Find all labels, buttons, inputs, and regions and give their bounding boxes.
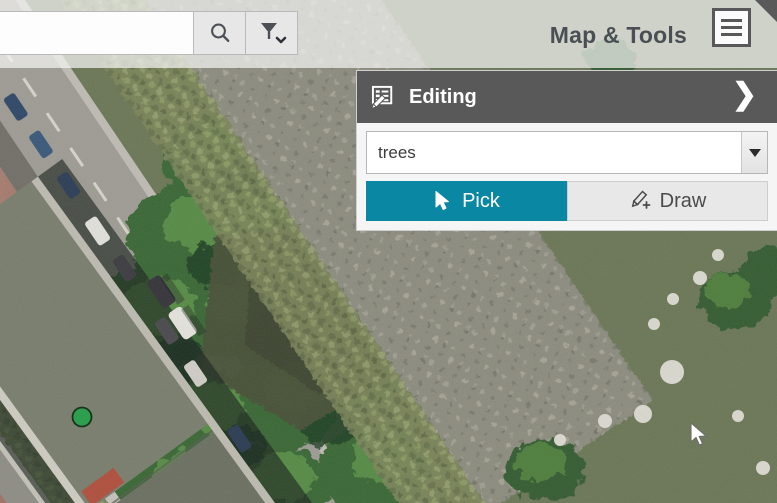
app-header: Map & Tools: [0, 0, 777, 68]
panel-corner-nub: [755, 0, 777, 22]
editing-panel-title: Editing: [409, 85, 477, 108]
chevron-down-icon: [275, 36, 286, 44]
pick-mode-label: Pick: [462, 189, 500, 212]
draw-mode-button[interactable]: Draw: [567, 181, 768, 221]
edit-mode-toggle-group: Pick Draw: [366, 181, 768, 221]
form-edit-icon: [371, 85, 393, 109]
page-title: Map & Tools: [549, 22, 687, 48]
layer-select[interactable]: trees: [366, 131, 768, 174]
filter-button[interactable]: [246, 11, 298, 55]
search-icon: [210, 23, 229, 42]
feature-marker-tree[interactable]: [71, 406, 93, 428]
cursor-arrow-icon: [435, 191, 449, 210]
search-button[interactable]: [194, 11, 246, 55]
editing-panel-header: Editing ❯: [357, 71, 777, 123]
pencil-plus-icon: [631, 190, 651, 209]
layer-select-wrapper: trees: [366, 131, 768, 174]
pick-mode-button[interactable]: Pick: [366, 181, 567, 221]
editing-panel-body: trees Pick Draw: [357, 123, 777, 230]
draw-mode-label: Draw: [659, 189, 707, 212]
search-input[interactable]: [0, 11, 194, 55]
hamburger-bar: [721, 33, 742, 36]
app-root: Map & Tools Editing ❯ trees Pick Draw: [0, 0, 777, 503]
filter-funnel-icon: [260, 23, 286, 44]
hamburger-bar: [721, 26, 742, 29]
chevron-right-icon[interactable]: ❯: [722, 80, 767, 114]
hamburger-bar: [721, 19, 742, 22]
hamburger-menu-button[interactable]: [712, 8, 751, 47]
search-bar: [0, 11, 298, 55]
editing-panel: Editing ❯ trees Pick Draw: [356, 70, 777, 231]
